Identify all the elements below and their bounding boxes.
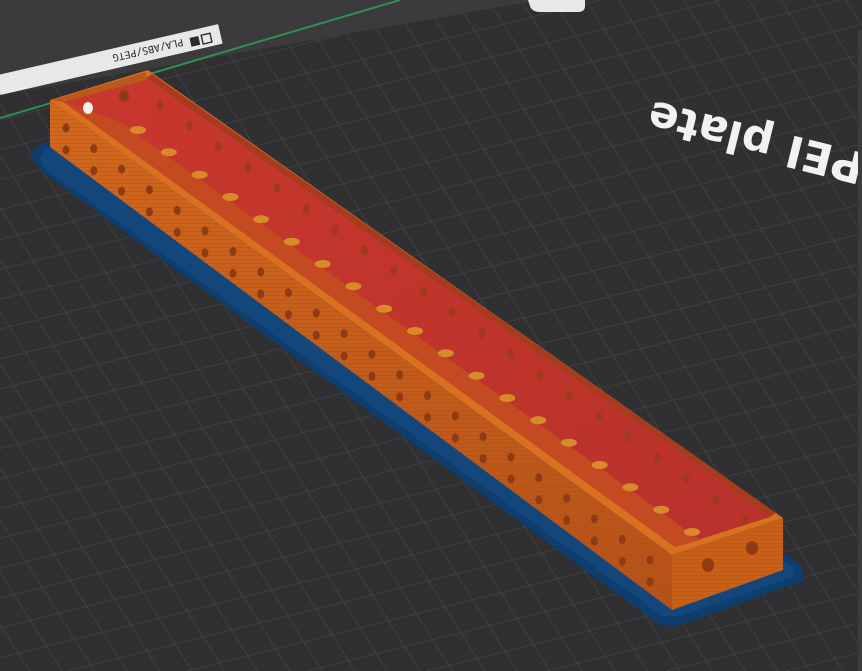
hole xyxy=(312,308,320,318)
hole xyxy=(62,123,70,133)
hole xyxy=(185,120,193,131)
hole xyxy=(566,390,573,401)
hole xyxy=(90,166,98,176)
hole xyxy=(244,162,252,173)
hole xyxy=(396,370,404,380)
hole xyxy=(595,411,603,422)
hole xyxy=(653,452,661,463)
hole xyxy=(618,534,626,544)
hole xyxy=(215,141,222,152)
hole xyxy=(314,260,331,268)
hole xyxy=(653,505,670,514)
hole xyxy=(624,432,632,442)
hole xyxy=(563,515,571,525)
hole xyxy=(396,392,404,402)
hole xyxy=(507,349,515,359)
hole xyxy=(156,100,164,110)
hole xyxy=(345,282,362,291)
hole xyxy=(62,145,70,155)
hole xyxy=(229,246,237,256)
hole xyxy=(424,390,431,400)
hole xyxy=(451,433,459,443)
hole xyxy=(499,394,516,402)
3d-viewport[interactable]: PLA/ABS/PETG PEI plate xyxy=(0,0,862,671)
end-hole xyxy=(119,90,129,102)
hole xyxy=(229,268,237,278)
build-plate-scene[interactable]: PLA/ABS/PETG PEI plate xyxy=(0,0,862,671)
hole xyxy=(332,224,339,235)
hole xyxy=(622,483,639,492)
hole xyxy=(590,536,598,546)
end-hole xyxy=(83,102,93,114)
hole xyxy=(618,556,626,566)
hole xyxy=(173,227,181,237)
hole xyxy=(283,237,300,246)
hole xyxy=(407,327,423,335)
hole xyxy=(468,371,485,380)
hole xyxy=(437,349,454,358)
hole xyxy=(507,452,515,462)
hole xyxy=(712,494,720,505)
hole xyxy=(478,328,486,339)
end-hole xyxy=(702,558,714,572)
hole xyxy=(273,183,281,193)
hole xyxy=(646,577,654,587)
hole xyxy=(361,245,369,256)
hole xyxy=(536,369,544,380)
hole xyxy=(340,351,348,361)
hole xyxy=(285,288,292,298)
hole xyxy=(130,126,146,134)
hole xyxy=(507,474,515,484)
hole xyxy=(201,248,209,258)
hole xyxy=(257,267,265,277)
hole xyxy=(191,170,208,179)
end-hole xyxy=(746,541,758,555)
hole xyxy=(479,432,487,442)
hole xyxy=(90,144,98,154)
hole xyxy=(535,495,543,505)
hole xyxy=(340,329,348,339)
hole xyxy=(390,266,398,276)
hole xyxy=(741,515,749,525)
hole xyxy=(118,186,126,196)
hole xyxy=(302,203,310,214)
hole xyxy=(368,371,376,381)
hole xyxy=(646,555,654,565)
hole xyxy=(683,473,690,484)
hole xyxy=(118,164,126,174)
viewport-tab[interactable] xyxy=(528,0,585,12)
hole xyxy=(451,411,459,421)
hole xyxy=(590,514,598,524)
hole xyxy=(479,454,487,464)
hole xyxy=(684,528,700,536)
hole xyxy=(563,493,571,503)
hole xyxy=(376,304,393,313)
hole xyxy=(145,207,153,217)
plate-edge-right xyxy=(858,30,862,671)
hole xyxy=(201,226,209,236)
hole xyxy=(591,461,608,469)
hole xyxy=(173,205,181,215)
hole xyxy=(530,416,547,425)
hole xyxy=(257,289,265,299)
hole xyxy=(535,473,543,483)
hole xyxy=(424,412,431,422)
hole xyxy=(449,307,456,318)
hole xyxy=(312,330,320,340)
hole xyxy=(368,349,376,359)
hole xyxy=(253,215,270,224)
hole xyxy=(560,438,577,447)
hole xyxy=(285,310,292,320)
hole xyxy=(222,193,239,201)
hole xyxy=(419,286,427,297)
hole xyxy=(145,185,153,195)
hole xyxy=(160,148,177,157)
